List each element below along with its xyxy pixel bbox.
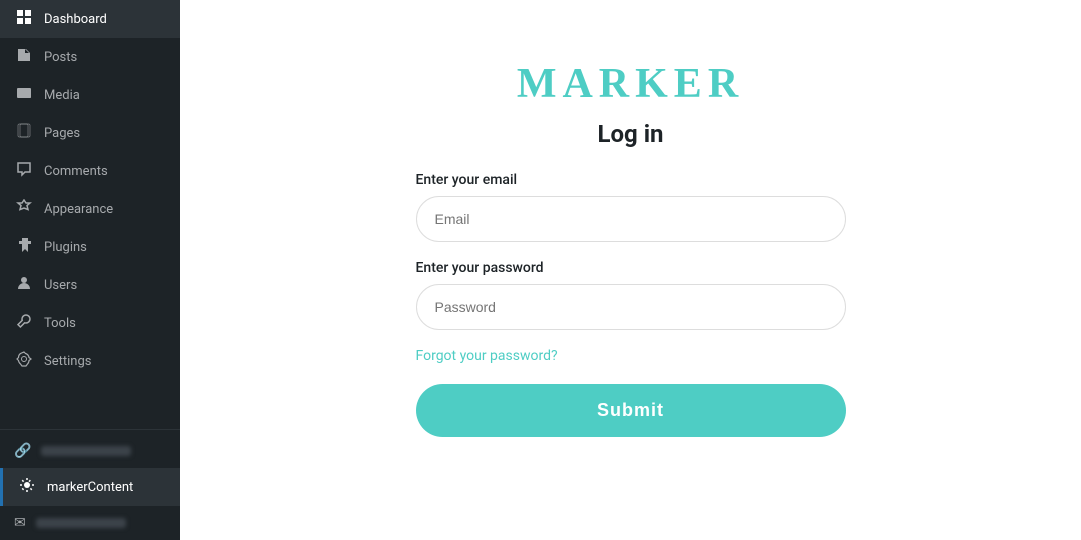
posts-icon — [14, 47, 34, 67]
password-field-group: Enter your password — [416, 260, 846, 330]
users-icon — [14, 275, 34, 295]
plugins-icon — [14, 237, 34, 257]
pages-icon — [14, 123, 34, 143]
link-icon: 🔗 — [14, 443, 31, 459]
sidebar-item-dashboard-label: Dashboard — [44, 12, 107, 27]
sidebar-item-tools-label: Tools — [44, 316, 76, 331]
sidebar-item-marker-content-label: markerContent — [47, 480, 133, 495]
password-input[interactable] — [416, 284, 846, 330]
sidebar-item-pages[interactable]: Pages — [0, 114, 180, 152]
email-label: Enter your email — [416, 172, 846, 188]
main-content: MARKER Log in Enter your email Enter you… — [180, 0, 1081, 540]
blurred-link-label — [41, 446, 131, 456]
comments-icon — [14, 161, 34, 181]
email-field-group: Enter your email — [416, 172, 846, 242]
dashboard-icon — [14, 9, 34, 29]
forgot-password-link[interactable]: Forgot your password? — [416, 348, 846, 364]
sidebar-item-plugins[interactable]: Plugins — [0, 228, 180, 266]
blurred-mail-label — [36, 518, 126, 528]
mail-icon: ✉ — [14, 515, 26, 531]
sidebar: Dashboard Posts Media Pages Comments App… — [0, 0, 180, 540]
appearance-icon — [14, 199, 34, 219]
tools-icon — [14, 313, 34, 333]
sidebar-item-tools[interactable]: Tools — [0, 304, 180, 342]
sidebar-mail-item: ✉ — [0, 506, 180, 540]
sidebar-item-users[interactable]: Users — [0, 266, 180, 304]
settings-icon — [14, 351, 34, 371]
media-icon — [14, 85, 34, 105]
sidebar-item-settings-label: Settings — [44, 354, 91, 369]
sidebar-item-posts-label: Posts — [44, 50, 77, 65]
sidebar-item-marker-content[interactable]: markerContent — [0, 468, 180, 506]
email-input[interactable] — [416, 196, 846, 242]
brand-title: MARKER — [416, 60, 846, 108]
sidebar-divider — [0, 429, 180, 430]
login-card: MARKER Log in Enter your email Enter you… — [376, 30, 886, 467]
sidebar-item-media-label: Media — [44, 88, 80, 103]
password-label: Enter your password — [416, 260, 846, 276]
sidebar-item-appearance-label: Appearance — [44, 202, 113, 217]
sidebar-item-comments-label: Comments — [44, 164, 108, 179]
sidebar-item-plugins-label: Plugins — [44, 240, 87, 255]
sidebar-link-item: 🔗 — [0, 434, 180, 468]
sidebar-item-pages-label: Pages — [44, 126, 80, 141]
marker-content-icon — [17, 477, 37, 497]
sidebar-item-appearance[interactable]: Appearance — [0, 190, 180, 228]
sidebar-item-comments[interactable]: Comments — [0, 152, 180, 190]
login-heading: Log in — [416, 120, 846, 148]
sidebar-item-posts[interactable]: Posts — [0, 38, 180, 76]
submit-button[interactable]: Submit — [416, 384, 846, 437]
sidebar-item-settings[interactable]: Settings — [0, 342, 180, 380]
sidebar-item-users-label: Users — [44, 278, 77, 293]
sidebar-item-dashboard[interactable]: Dashboard — [0, 0, 180, 38]
sidebar-item-media[interactable]: Media — [0, 76, 180, 114]
